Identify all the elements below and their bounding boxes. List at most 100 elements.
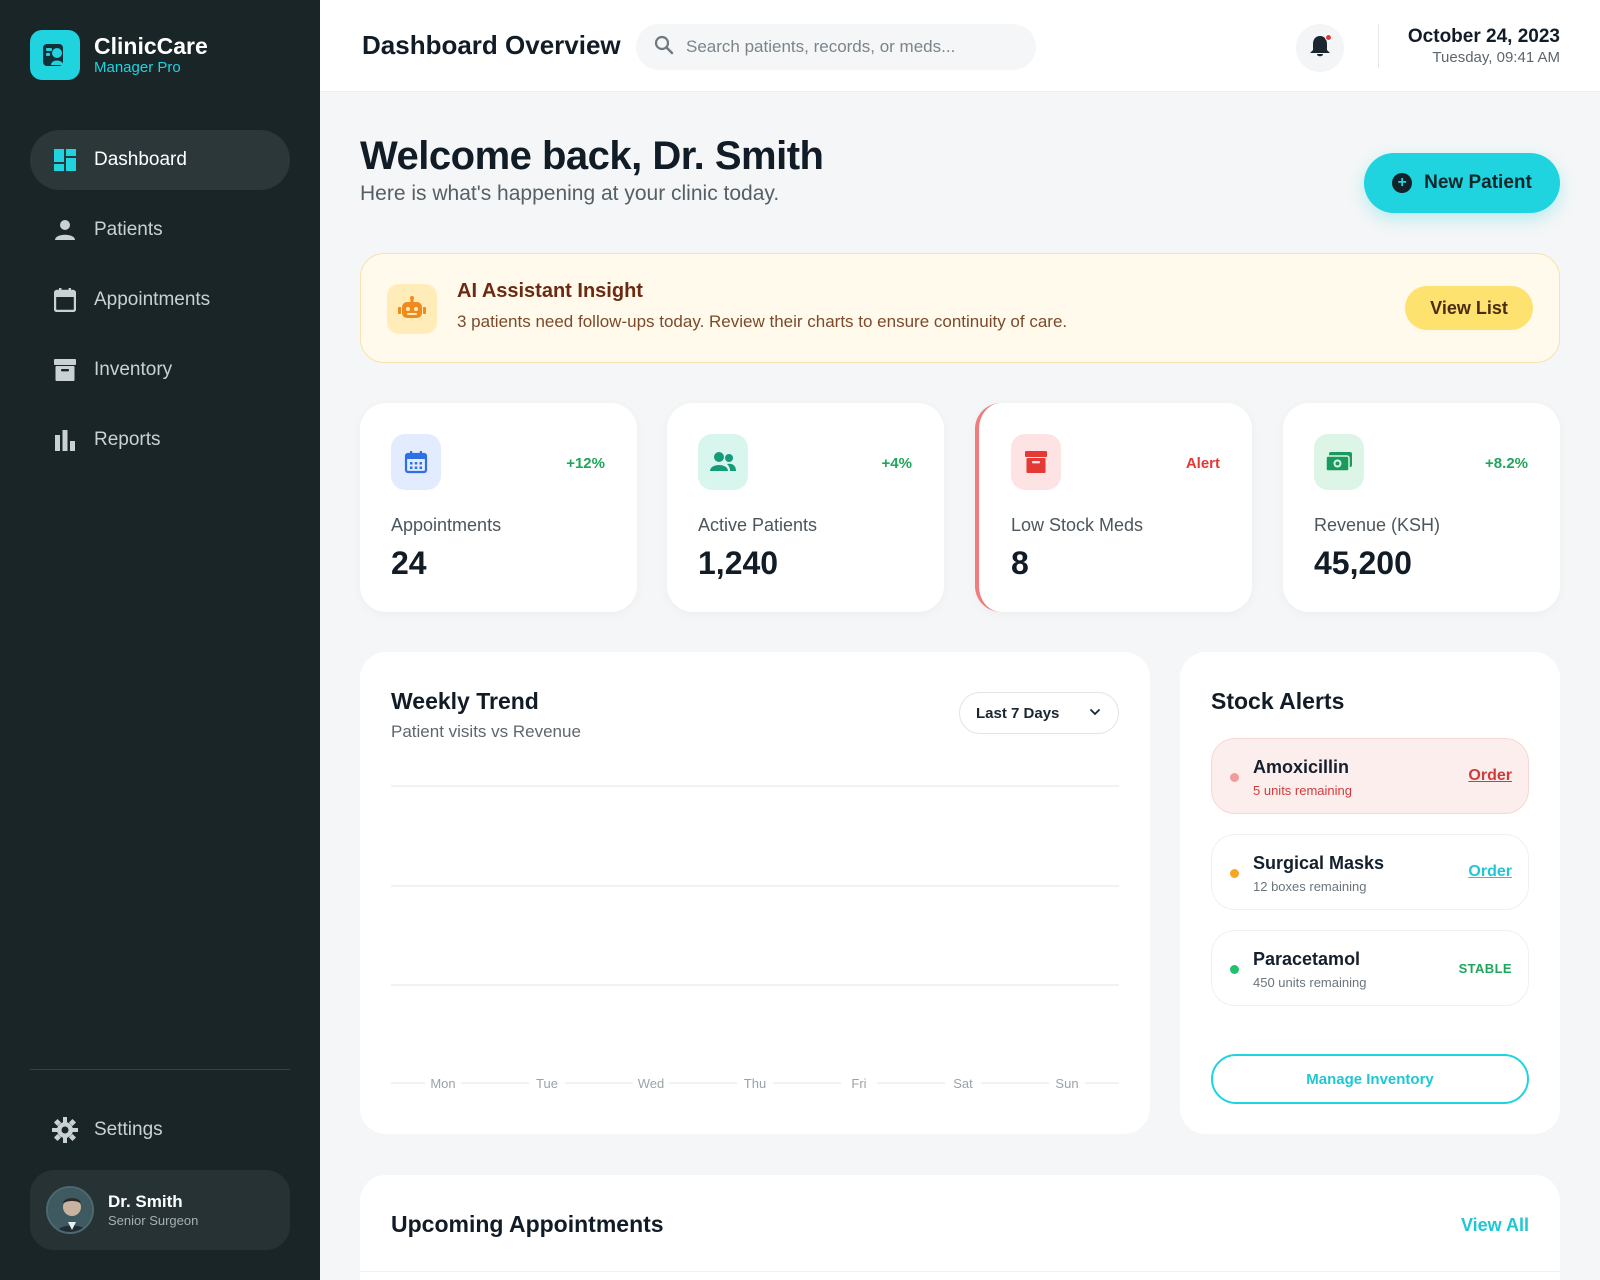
calendar-icon xyxy=(391,434,441,490)
insight-text: 3 patients need follow-ups today. Review… xyxy=(457,312,1068,331)
x-tick-label: Wed xyxy=(638,1076,665,1091)
sidebar-item-inventory[interactable]: Inventory xyxy=(30,340,290,400)
view-list-button[interactable]: View List xyxy=(1405,286,1533,330)
search-input[interactable] xyxy=(686,37,1006,57)
stat-badge: +8.2% xyxy=(1485,455,1528,472)
avatar xyxy=(46,1186,94,1234)
stock-item-qty: 5 units remaining xyxy=(1253,783,1352,798)
stat-badge: +4% xyxy=(881,455,912,472)
welcome-subtitle: Here is what's happening at your clinic … xyxy=(360,182,780,205)
stat-value: 1,240 xyxy=(698,545,779,581)
x-tick-label: Sat xyxy=(953,1076,973,1091)
stat-badge: +12% xyxy=(566,455,605,472)
chevron-down-icon xyxy=(1088,705,1102,723)
x-tick-label: Sun xyxy=(1055,1076,1078,1091)
sidebar-item-label: Inventory xyxy=(94,359,173,380)
stat-card-appointments[interactable]: +12% Appointments 24 xyxy=(360,403,637,612)
x-tick-label: Tue xyxy=(536,1076,558,1091)
notifications-button[interactable] xyxy=(1296,24,1344,72)
people-icon xyxy=(698,434,748,490)
search-bar[interactable] xyxy=(636,24,1036,70)
current-date: October 24, 2023 xyxy=(1407,26,1560,47)
order-link[interactable]: Order xyxy=(1468,767,1512,785)
welcome-section: Welcome back, Dr. Smith Here is what's h… xyxy=(360,132,824,206)
stock-item-qty: 450 units remaining xyxy=(1253,975,1367,990)
clinic-logo-icon xyxy=(30,30,80,80)
stock-item-paracetamol[interactable]: Paracetamol 450 units remaining STABLE xyxy=(1211,930,1529,1006)
plus-circle-icon: + xyxy=(1392,173,1413,193)
stock-item-surgical-masks[interactable]: Surgical Masks 12 boxes remaining Order xyxy=(1211,834,1529,910)
x-tick-label: Thu xyxy=(744,1076,766,1091)
person-icon xyxy=(52,217,78,243)
sidebar-item-reports[interactable]: Reports xyxy=(30,410,290,470)
stock-status-badge: STABLE xyxy=(1458,961,1512,976)
welcome-title: Welcome back, Dr. Smith xyxy=(360,134,824,178)
robot-icon xyxy=(387,284,437,334)
sidebar-item-label: Reports xyxy=(94,429,161,450)
brand[interactable]: ClinicCare Manager Pro xyxy=(30,30,208,80)
chart-title: Weekly Trend xyxy=(391,688,539,714)
date-range-select[interactable]: Last 7 Days xyxy=(959,692,1119,734)
table-header-divider xyxy=(360,1271,1560,1272)
dashboard-icon xyxy=(52,147,78,173)
calendar-icon xyxy=(52,287,78,313)
bar-chart-icon xyxy=(52,427,78,453)
stock-item-name: Amoxicillin xyxy=(1253,757,1350,777)
date-range-value: Last 7 Days xyxy=(976,704,1060,722)
sidebar-item-label: Dashboard xyxy=(94,149,187,170)
new-patient-button[interactable]: + New Patient xyxy=(1364,153,1560,213)
settings-label: Settings xyxy=(94,1119,163,1140)
stock-alerts-title: Stock Alerts xyxy=(1211,688,1345,714)
sidebar-item-dashboard[interactable]: Dashboard xyxy=(30,130,290,190)
current-day-time: Tuesday, 09:41 AM xyxy=(1432,49,1560,66)
header-divider xyxy=(1378,24,1379,68)
upcoming-appointments-card: Upcoming Appointments View All xyxy=(360,1175,1560,1280)
status-dot xyxy=(1230,773,1239,782)
upcoming-title: Upcoming Appointments xyxy=(391,1211,664,1237)
sidebar: ClinicCare Manager Pro Dashboard Patient… xyxy=(0,0,320,1280)
notification-dot xyxy=(1325,34,1332,41)
stock-item-name: Surgical Masks xyxy=(1253,853,1385,873)
stat-value: 24 xyxy=(391,545,427,581)
gear-icon xyxy=(52,1117,78,1143)
sidebar-item-appointments[interactable]: Appointments xyxy=(30,270,290,330)
date-display: October 24, 2023 Tuesday, 09:41 AM xyxy=(1408,26,1560,68)
stat-card-active-patients[interactable]: +4% Active Patients 1,240 xyxy=(667,403,944,612)
ai-insight-banner: AI Assistant Insight 3 patients need fol… xyxy=(360,253,1560,363)
archive-icon xyxy=(1011,434,1061,490)
stat-card-revenue[interactable]: +8.2% Revenue (KSH) 45,200 xyxy=(1283,403,1560,612)
manage-inventory-button[interactable]: Manage Inventory xyxy=(1211,1054,1529,1104)
order-link[interactable]: Order xyxy=(1468,863,1512,881)
user-role: Senior Surgeon xyxy=(108,1213,199,1228)
stat-value: 8 xyxy=(1011,545,1029,581)
view-all-link[interactable]: View All xyxy=(1461,1215,1529,1236)
stock-item-qty: 12 boxes remaining xyxy=(1253,879,1367,894)
brand-name: ClinicCare xyxy=(94,33,208,59)
status-dot xyxy=(1230,965,1239,974)
stat-value: 45,200 xyxy=(1314,545,1412,581)
sidebar-divider xyxy=(30,1069,290,1070)
archive-icon xyxy=(52,357,78,383)
new-patient-label: New Patient xyxy=(1424,172,1532,193)
stat-label: Revenue (KSH) xyxy=(1314,515,1441,535)
user-profile-card[interactable]: Dr. Smith Senior Surgeon xyxy=(30,1170,290,1250)
sidebar-item-patients[interactable]: Patients xyxy=(30,200,290,260)
cash-icon xyxy=(1314,434,1364,490)
brand-subtitle: Manager Pro xyxy=(94,59,181,76)
search-icon xyxy=(654,35,674,60)
trend-chart: Mon Tue Wed Thu Fri Sat Sun xyxy=(391,785,1119,1091)
top-bar: Dashboard Overview October 24, 2023 Tues… xyxy=(320,0,1600,92)
x-tick-label: Fri xyxy=(851,1076,866,1091)
stat-card-low-stock[interactable]: Alert Low Stock Meds 8 xyxy=(975,403,1252,612)
weekly-trend-card: Weekly Trend Patient visits vs Revenue L… xyxy=(360,652,1150,1134)
user-name: Dr. Smith xyxy=(108,1192,183,1211)
stock-item-name: Paracetamol xyxy=(1253,949,1361,969)
chart-subtitle: Patient visits vs Revenue xyxy=(391,722,581,741)
sidebar-item-settings[interactable]: Settings xyxy=(30,1102,290,1158)
stat-label: Appointments xyxy=(391,515,502,535)
stock-alerts-card: Stock Alerts Amoxicillin 5 units remaini… xyxy=(1180,652,1560,1134)
insight-title: AI Assistant Insight xyxy=(457,280,643,302)
page-title: Dashboard Overview xyxy=(362,30,621,60)
stock-item-amoxicillin[interactable]: Amoxicillin 5 units remaining Order xyxy=(1211,738,1529,814)
stat-label: Active Patients xyxy=(698,515,818,535)
